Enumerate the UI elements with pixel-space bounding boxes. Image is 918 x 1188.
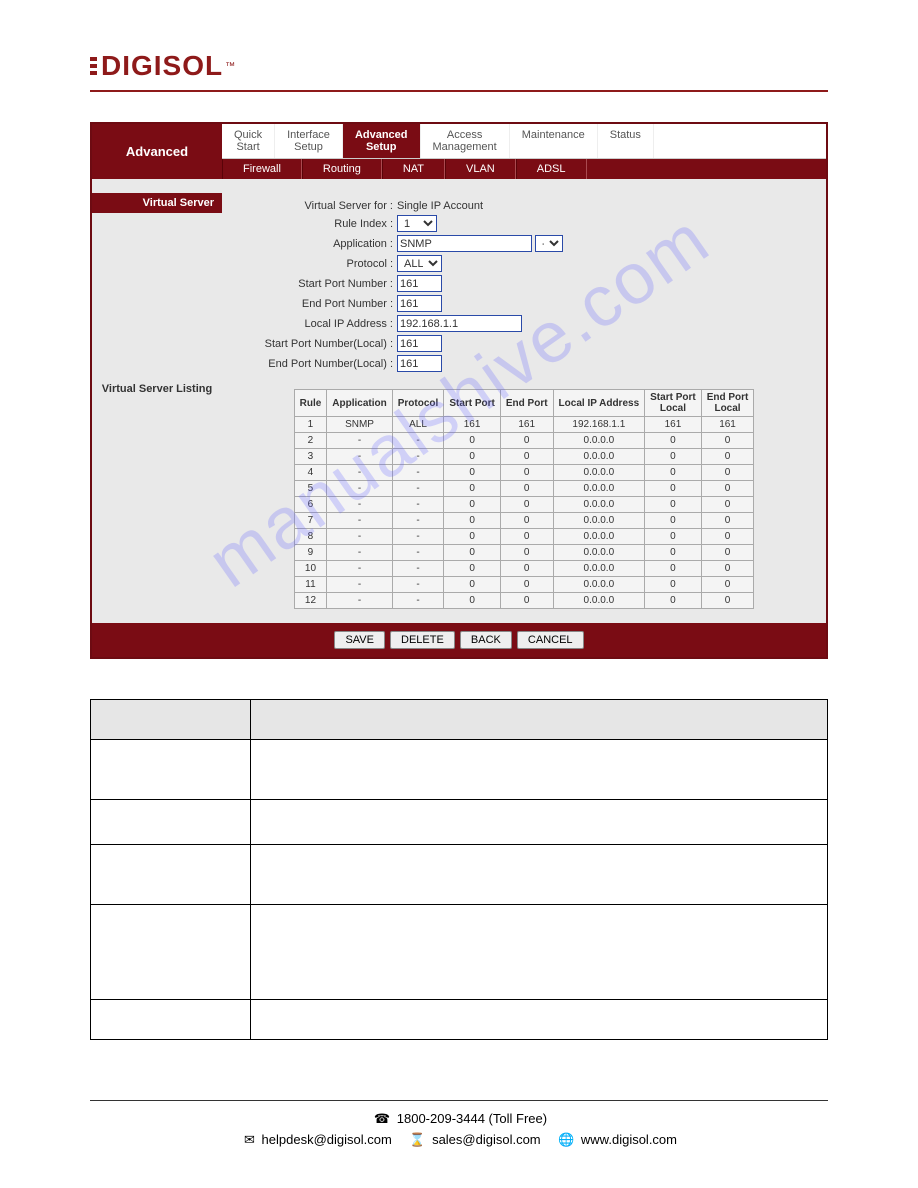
input-start-port[interactable]: [397, 275, 442, 292]
subtab-firewall[interactable]: Firewall: [222, 159, 302, 179]
footer-divider: [90, 1100, 828, 1101]
col-header: Start PortLocal: [645, 390, 702, 417]
select-protocol[interactable]: ALL: [397, 255, 442, 272]
tab-4[interactable]: Maintenance: [510, 124, 598, 158]
tab-5[interactable]: Status: [598, 124, 654, 158]
tab-1[interactable]: InterfaceSetup: [275, 124, 343, 158]
value-vs-for: Single IP Account: [397, 200, 483, 212]
label-start-port: Start Port Number :: [232, 278, 397, 290]
table-row: 12--000.0.0.000: [294, 593, 754, 609]
tab-3[interactable]: AccessManagement: [421, 124, 510, 158]
parameter-table: [90, 699, 828, 1040]
tab-0[interactable]: QuickStart: [222, 124, 275, 158]
select-application-preset[interactable]: -: [535, 235, 563, 252]
contact-web: www.digisol.com: [581, 1132, 677, 1147]
col-header: End Port: [500, 390, 553, 417]
table-row: 4--000.0.0.000: [294, 465, 754, 481]
select-rule-index[interactable]: 1: [397, 215, 437, 232]
table-row: 7--000.0.0.000: [294, 513, 754, 529]
globe-icon: 🌐: [558, 1130, 574, 1151]
label-protocol: Protocol :: [232, 258, 397, 270]
subtab-vlan[interactable]: VLAN: [445, 159, 516, 179]
col-header: End PortLocal: [701, 390, 754, 417]
input-application[interactable]: [397, 235, 532, 252]
table-row: 11--000.0.0.000: [294, 577, 754, 593]
col-header: Start Port: [444, 390, 501, 417]
label-vs-for: Virtual Server for :: [232, 200, 397, 212]
table-row: 3--000.0.0.000: [294, 449, 754, 465]
contact-phone: 1800-209-3444 (Toll Free): [397, 1111, 547, 1126]
contact-sales: sales@digisol.com: [432, 1132, 541, 1147]
back-button[interactable]: BACK: [460, 631, 512, 649]
subtab-nat[interactable]: NAT: [382, 159, 445, 179]
logo-text: DIGISOL: [101, 50, 223, 82]
input-end-port-local[interactable]: [397, 355, 442, 372]
table-row: 8--000.0.0.000: [294, 529, 754, 545]
col-header: Rule: [294, 390, 327, 417]
label-application: Application :: [232, 238, 397, 250]
label-rule-index: Rule Index :: [232, 218, 397, 230]
col-header: Protocol: [392, 390, 444, 417]
label-start-port-local: Start Port Number(Local) :: [232, 338, 397, 350]
hourglass-icon: ⌛: [409, 1130, 425, 1151]
tab-2[interactable]: AdvancedSetup: [343, 124, 421, 158]
table-row: 1SNMPALL161161192.168.1.1161161: [294, 417, 754, 433]
phone-icon: ☎: [374, 1109, 390, 1130]
label-end-port: End Port Number :: [232, 298, 397, 310]
section-vs-listing: Virtual Server Listing: [92, 379, 222, 399]
section-virtual-server: Virtual Server: [92, 193, 222, 213]
input-end-port[interactable]: [397, 295, 442, 312]
input-start-port-local[interactable]: [397, 335, 442, 352]
table-row: 5--000.0.0.000: [294, 481, 754, 497]
table-row: 9--000.0.0.000: [294, 545, 754, 561]
router-ui: Advanced QuickStartInterfaceSetupAdvance…: [90, 122, 828, 659]
divider: [90, 90, 828, 92]
save-button[interactable]: SAVE: [334, 631, 385, 649]
col-header: Application: [327, 390, 392, 417]
nav-category-advanced: Advanced: [92, 124, 222, 179]
table-row: 2--000.0.0.000: [294, 433, 754, 449]
main-tabs: QuickStartInterfaceSetupAdvancedSetupAcc…: [222, 124, 826, 159]
delete-button[interactable]: DELETE: [390, 631, 455, 649]
label-local-ip: Local IP Address :: [232, 318, 397, 330]
col-header: Local IP Address: [553, 390, 645, 417]
virtual-server-table: RuleApplicationProtocolStart PortEnd Por…: [294, 389, 755, 609]
input-local-ip[interactable]: [397, 315, 522, 332]
logo-tm: ™: [225, 61, 236, 72]
button-bar: SAVE DELETE BACK CANCEL: [92, 623, 826, 657]
contact-helpdesk: helpdesk@digisol.com: [262, 1132, 392, 1147]
logo: DIGISOL ™: [90, 50, 828, 82]
table-row: 10--000.0.0.000: [294, 561, 754, 577]
subtab-adsl[interactable]: ADSL: [516, 159, 587, 179]
table-row: 6--000.0.0.000: [294, 497, 754, 513]
label-end-port-local: End Port Number(Local) :: [232, 358, 397, 370]
sub-tabs: FirewallRoutingNATVLANADSL: [222, 159, 826, 179]
subtab-routing[interactable]: Routing: [302, 159, 382, 179]
mail-icon: ✉: [244, 1130, 255, 1151]
cancel-button[interactable]: CANCEL: [517, 631, 584, 649]
contact-footer: ☎ 1800-209-3444 (Toll Free) ✉ helpdesk@d…: [90, 1109, 828, 1151]
